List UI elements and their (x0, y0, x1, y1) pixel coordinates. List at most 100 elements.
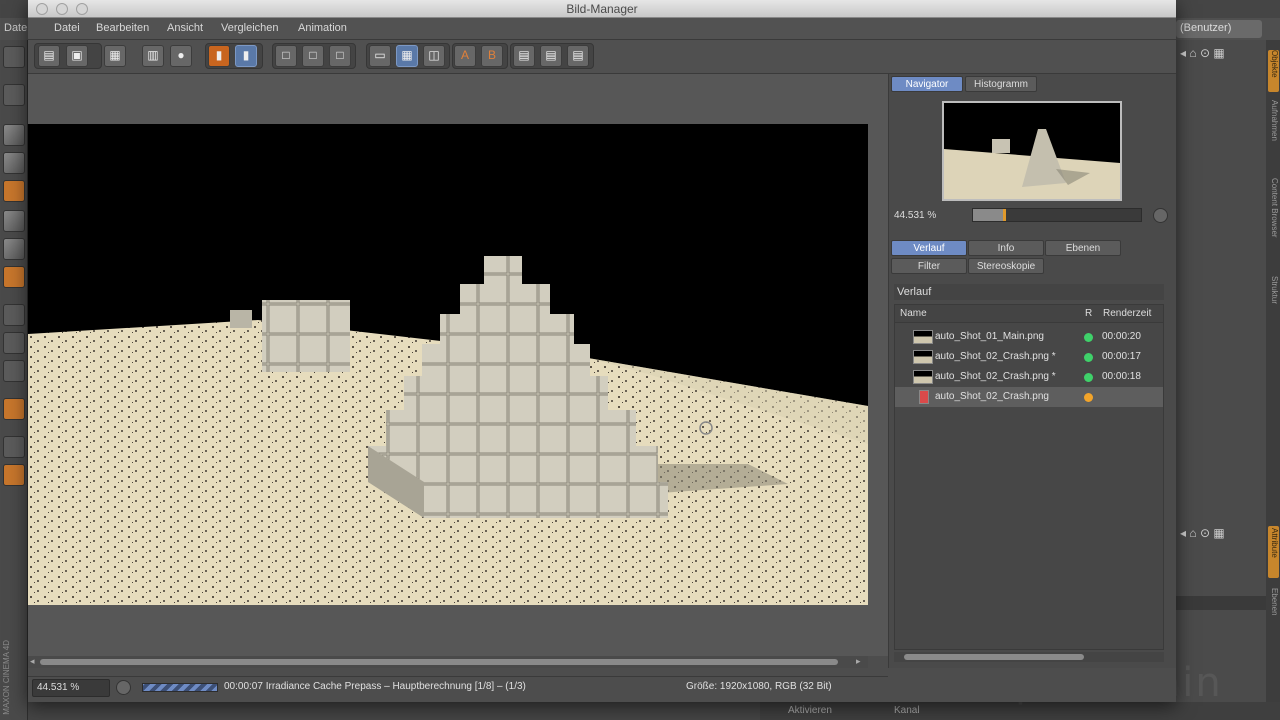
polygon-icon[interactable] (3, 180, 25, 202)
object-manager-icons[interactable]: ◂ ⌂ ⊙ ▦ (1180, 46, 1225, 60)
history-horizontal-scrollbar[interactable] (894, 652, 1164, 662)
navigator-slider-fill (973, 209, 1003, 221)
snap-icon[interactable] (3, 332, 25, 354)
col-renderzeit[interactable]: Renderzeit (1103, 308, 1151, 319)
history-thumbnail (913, 370, 933, 384)
frame-icon[interactable]: □ (275, 45, 297, 67)
paint-icon[interactable] (3, 398, 25, 420)
history-thumbnail (919, 390, 929, 404)
set-a-icon[interactable]: A (454, 45, 476, 67)
frame-3-icon[interactable]: □ (329, 45, 351, 67)
image-size-text: Größe: 1920x1080, RGB (32 Bit) (686, 681, 832, 692)
history-scroll-thumb[interactable] (904, 654, 1084, 660)
tab-verlauf[interactable]: Verlauf (891, 240, 967, 256)
texture-icon[interactable] (3, 266, 25, 288)
viewer-scroll-thumb[interactable] (40, 659, 838, 665)
side-tab-structure[interactable]: Struktur (1268, 276, 1279, 304)
window-title: Bild-Manager (566, 2, 638, 16)
side-tab-takes[interactable]: Aufnahmen (1268, 100, 1279, 141)
background-side-tabs (1266, 40, 1280, 720)
zoom-field[interactable]: 44.531 % (32, 679, 110, 697)
history-list[interactable]: Name R Renderzeit auto_Shot_01_Main.png 0… (894, 304, 1164, 650)
edges-icon[interactable] (3, 210, 25, 232)
mesh-icon[interactable] (3, 152, 25, 174)
background-divider (1176, 596, 1266, 610)
render-queue-icon[interactable]: ▦ (104, 45, 126, 67)
tab-navigator[interactable]: Navigator (891, 76, 963, 92)
open-folder-icon[interactable]: ▤ (38, 45, 60, 67)
split-view-icon[interactable]: ◫ (423, 45, 445, 67)
menu-vergleichen[interactable]: Vergleichen (221, 22, 279, 34)
sculpt-icon[interactable] (3, 360, 25, 382)
navigator-slider-knob[interactable] (1003, 209, 1006, 221)
side-tab-content-browser[interactable]: Content Browser (1268, 178, 1279, 238)
undo-icon[interactable] (3, 46, 25, 68)
channel-label[interactable]: Kanal (894, 705, 920, 716)
anim-2-icon[interactable]: ▤ (540, 45, 562, 67)
navigator-zoom-menu-icon[interactable] (1153, 208, 1168, 223)
tab-stereoskopie[interactable]: Stereoskopie (968, 258, 1044, 274)
history-row[interactable]: auto_Shot_02_Crash.png * 00:00:17 (895, 347, 1163, 367)
tab-verlauf-label: Verlauf (913, 243, 945, 254)
history-row[interactable]: auto_Shot_02_Crash.png * 00:00:18 (895, 367, 1163, 387)
navigator-zoom-slider[interactable] (972, 208, 1142, 222)
menu-datei[interactable]: Datei (54, 22, 80, 34)
side-tab-objects[interactable]: Objekte (1268, 50, 1279, 78)
col-r[interactable]: R (1085, 308, 1092, 319)
frame-2-icon[interactable]: □ (302, 45, 324, 67)
anim-1-icon[interactable]: ▤ (513, 45, 535, 67)
points-icon[interactable] (3, 238, 25, 260)
scroll-left-icon[interactable]: ◂ (30, 656, 35, 667)
save-icon[interactable]: ▣ (66, 45, 88, 67)
right-panel: Navigator Histogramm 44.531 % Verlauf In… (888, 74, 1176, 668)
zoom-menu-icon[interactable] (116, 680, 131, 695)
grid-view-icon[interactable]: ▦ (396, 45, 418, 67)
menu-animation[interactable]: Animation (298, 22, 347, 34)
toolbar: ▤ ▣ ▦ ▥ ● ▮ ▮ □ □ □ ▭ ▦ ◫ A B ▤ ▤ ▤ (28, 40, 1176, 74)
render-view-icon[interactable]: ▮ (208, 45, 230, 67)
attribute-manager-icons[interactable]: ◂ ⌂ ⊙ ▦ (1180, 526, 1225, 540)
guide-icon[interactable] (3, 464, 25, 486)
statusbar: 44.531 % 00:00:07 Irradiance Cache Prepa… (28, 676, 888, 698)
compare-ab-icon[interactable]: ▭ (369, 45, 391, 67)
tab-info[interactable]: Info (968, 240, 1044, 256)
tab-ebenen-label: Ebenen (1065, 243, 1101, 254)
layout-icon[interactable] (3, 84, 25, 106)
history-row-name: auto_Shot_02_Crash.png * (935, 371, 1056, 382)
background-right-panel (1176, 40, 1266, 720)
tab-filter[interactable]: Filter (891, 258, 967, 274)
image-viewer-area[interactable] (28, 74, 888, 656)
history-row[interactable]: auto_Shot_01_Main.png 00:00:20 (895, 327, 1163, 347)
axis-icon[interactable] (3, 304, 25, 326)
navigator-thumbnail[interactable] (942, 101, 1122, 201)
stop-render-icon[interactable]: ▥ (142, 45, 164, 67)
col-name[interactable]: Name (900, 308, 927, 319)
tab-stereoskopie-label: Stereoskopie (976, 261, 1036, 272)
scroll-right-icon[interactable]: ▸ (856, 656, 861, 667)
background-menu-datei[interactable]: Date (4, 22, 27, 34)
menu-bearbeiten[interactable]: Bearbeiten (96, 22, 149, 34)
menu-ansicht[interactable]: Ansicht (167, 22, 203, 34)
tab-histogram[interactable]: Histogramm (965, 76, 1037, 92)
render-image[interactable] (28, 124, 868, 605)
navigator-thumbnail-svg (944, 103, 1120, 199)
user-icon[interactable]: ● (170, 45, 192, 67)
side-tab-attributes[interactable]: Attribute (1268, 528, 1279, 558)
render-status-dot-icon (1084, 333, 1093, 342)
tab-ebenen[interactable]: Ebenen (1045, 240, 1121, 256)
render-status-text: 00:00:07 Irradiance Cache Prepass – Haup… (224, 681, 526, 692)
history-row[interactable]: auto_Shot_02_Crash.png (895, 387, 1163, 407)
layout-dropdown[interactable]: (Benutzer) (1176, 20, 1262, 38)
window-titlebar[interactable]: Bild-Manager (28, 0, 1176, 18)
anim-3-icon[interactable]: ▤ (567, 45, 589, 67)
viewer-horizontal-scrollbar[interactable]: ◂ ▸ (28, 656, 868, 668)
history-thumbnail (913, 330, 933, 344)
activate-label[interactable]: Aktivieren (788, 705, 832, 716)
cube-icon[interactable] (3, 124, 25, 146)
set-b-icon[interactable]: B (481, 45, 503, 67)
history-row-name: auto_Shot_02_Crash.png * (935, 351, 1056, 362)
navigator-zoom-value: 44.531 % (894, 210, 937, 221)
workplane-icon[interactable] (3, 436, 25, 458)
render-region-icon[interactable]: ▮ (235, 45, 257, 67)
side-tab-layers[interactable]: Ebenen (1268, 588, 1279, 616)
